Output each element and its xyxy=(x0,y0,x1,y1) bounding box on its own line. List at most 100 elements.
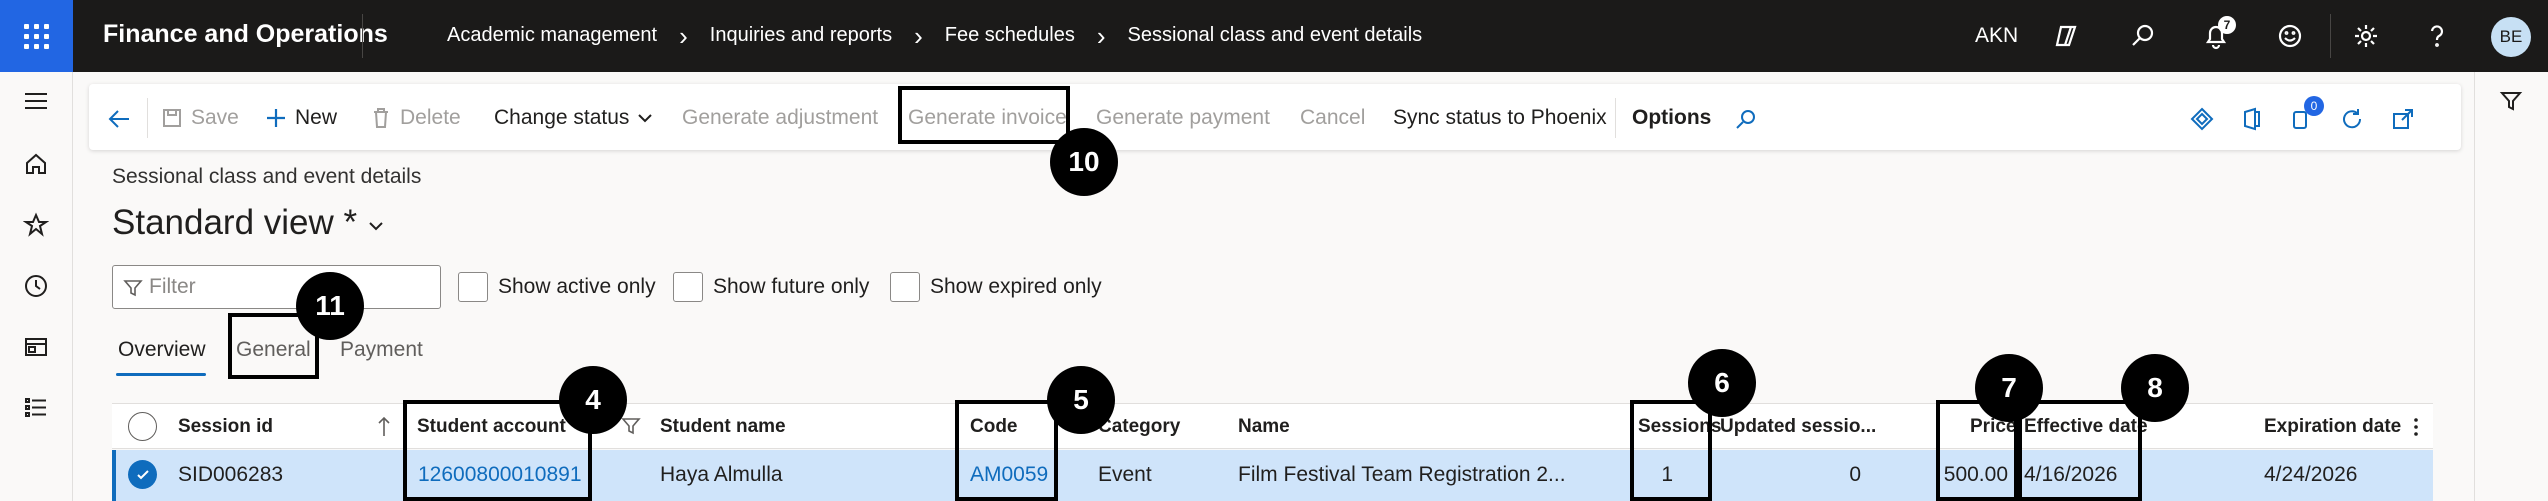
copilot-icon[interactable] xyxy=(2050,18,2086,54)
callout-highlight-code xyxy=(955,400,1058,501)
new-label: New xyxy=(295,106,338,129)
show-future-only-checkbox[interactable]: Show future only xyxy=(673,272,869,302)
action-pane: Save New Delete Change status Generate a… xyxy=(89,84,2461,150)
bell-icon[interactable]: 7 xyxy=(2198,16,2236,54)
save-icon xyxy=(163,109,181,127)
cell-category[interactable]: Event xyxy=(1098,463,1152,487)
checkbox-box[interactable] xyxy=(890,272,920,302)
office-icon[interactable] xyxy=(2235,102,2269,136)
filter-input[interactable] xyxy=(149,272,429,302)
waffle-icon xyxy=(24,23,49,49)
back-arrow-icon[interactable] xyxy=(103,102,137,136)
generate-adjustment-button[interactable]: Generate adjustment xyxy=(682,106,878,130)
callout-highlight-effective-date xyxy=(2018,400,2142,501)
filter-icon[interactable] xyxy=(2493,83,2529,119)
callout-highlight-sessions xyxy=(1630,400,1712,501)
column-header-student-name[interactable]: Student name xyxy=(660,416,786,438)
gear-icon[interactable] xyxy=(2348,18,2384,54)
checkbox-label: Show active only xyxy=(498,275,656,298)
plus-icon xyxy=(267,109,285,127)
home-icon[interactable] xyxy=(18,146,54,182)
divider xyxy=(362,14,363,58)
more-options-icon[interactable] xyxy=(2412,416,2420,438)
delete-button[interactable]: Delete xyxy=(370,106,461,130)
tab-payment[interactable]: Payment xyxy=(340,338,423,362)
show-active-only-checkbox[interactable]: Show active only xyxy=(458,272,656,302)
show-expired-only-checkbox[interactable]: Show expired only xyxy=(890,272,1102,302)
notification-count-badge: 7 xyxy=(2218,16,2236,34)
column-header-session-id[interactable]: Session id xyxy=(178,416,273,438)
sync-status-button[interactable]: Sync status to Phoenix xyxy=(1393,106,1607,130)
chevron-right-icon: › xyxy=(914,20,923,51)
smiley-icon[interactable] xyxy=(2272,18,2308,54)
hamburger-icon[interactable] xyxy=(18,83,54,119)
app-title[interactable]: Finance and Operations xyxy=(103,20,388,49)
modules-list-icon[interactable] xyxy=(18,390,54,426)
generate-payment-button[interactable]: Generate payment xyxy=(1096,106,1270,130)
cell-student-name[interactable]: Haya Almulla xyxy=(660,463,783,487)
chevron-right-icon: › xyxy=(679,20,688,51)
change-status-label: Change status xyxy=(494,106,630,129)
column-header-category[interactable]: Category xyxy=(1098,416,1180,438)
chevron-down-icon xyxy=(638,114,653,123)
checkmark-icon xyxy=(136,469,149,479)
checkbox-box[interactable] xyxy=(458,272,488,302)
breadcrumb-item[interactable]: Fee schedules xyxy=(945,24,1075,47)
column-filter-icon[interactable] xyxy=(621,416,641,436)
checkbox-label: Show future only xyxy=(713,275,870,298)
divider xyxy=(2330,14,2331,58)
breadcrumb-item[interactable]: Sessional class and event details xyxy=(1128,24,1423,47)
attachments-count-badge: 0 xyxy=(2304,96,2324,116)
divider xyxy=(1615,98,1616,138)
cell-expiration-date[interactable]: 4/24/2026 xyxy=(2264,463,2357,487)
help-icon[interactable] xyxy=(2419,18,2455,54)
clock-icon[interactable] xyxy=(18,268,54,304)
change-status-button[interactable]: Change status xyxy=(494,106,653,130)
column-header-name[interactable]: Name xyxy=(1238,416,1290,438)
options-button[interactable]: Options xyxy=(1632,106,1711,130)
callout-badge-6: 6 xyxy=(1688,349,1756,417)
search-icon[interactable] xyxy=(1729,102,1763,136)
view-title: Standard view * xyxy=(112,203,358,242)
cell-name[interactable]: Film Festival Team Registration 2... xyxy=(1238,463,1566,487)
power-apps-icon[interactable] xyxy=(2185,102,2219,136)
breadcrumb-item[interactable]: Inquiries and reports xyxy=(710,24,892,47)
callout-badge-8: 8 xyxy=(2121,354,2189,422)
avatar[interactable]: BE xyxy=(2491,17,2531,57)
callout-badge-7: 7 xyxy=(1975,354,2043,422)
search-icon[interactable] xyxy=(2125,18,2161,54)
chevron-down-icon xyxy=(369,222,383,231)
select-all-radio[interactable] xyxy=(128,412,157,441)
sort-ascending-icon xyxy=(378,416,390,436)
callout-badge-4: 4 xyxy=(559,366,627,434)
refresh-icon[interactable] xyxy=(2335,102,2369,136)
column-header-expiration-date[interactable]: Expiration date xyxy=(2264,416,2401,438)
save-label: Save xyxy=(191,106,239,129)
checkbox-box[interactable] xyxy=(673,272,703,302)
active-tab-indicator xyxy=(116,373,206,376)
workspaces-icon[interactable] xyxy=(18,329,54,365)
cell-session-id[interactable]: SID006283 xyxy=(178,463,283,487)
star-icon[interactable] xyxy=(18,207,54,243)
new-button[interactable]: New xyxy=(265,106,337,130)
attachment-icon[interactable]: 0 xyxy=(2284,96,2324,136)
view-selector[interactable]: Standard view * xyxy=(112,203,385,243)
app-launcher-button[interactable] xyxy=(0,0,73,72)
delete-label: Delete xyxy=(400,106,461,129)
column-header-updated-sessions[interactable]: Updated sessio... xyxy=(1720,416,1876,438)
save-button[interactable]: Save xyxy=(161,106,239,130)
top-bar: Finance and Operations Academic manageme… xyxy=(0,0,2548,72)
row-selected-radio[interactable] xyxy=(128,460,157,489)
chevron-right-icon: › xyxy=(1096,20,1106,51)
page-caption: Sessional class and event details xyxy=(112,165,422,188)
breadcrumb-item[interactable]: Academic management xyxy=(447,24,657,47)
divider xyxy=(147,98,148,138)
cell-updated-sessions[interactable]: 0 xyxy=(1849,463,1861,487)
company-picker[interactable]: AKN xyxy=(1975,24,2018,48)
open-new-window-icon[interactable] xyxy=(2386,102,2420,136)
callout-badge-11: 11 xyxy=(296,272,364,340)
cancel-button[interactable]: Cancel xyxy=(1300,106,1365,130)
filter-field[interactable] xyxy=(112,265,441,309)
checkbox-label: Show expired only xyxy=(930,275,1102,298)
tab-overview[interactable]: Overview xyxy=(118,338,206,362)
